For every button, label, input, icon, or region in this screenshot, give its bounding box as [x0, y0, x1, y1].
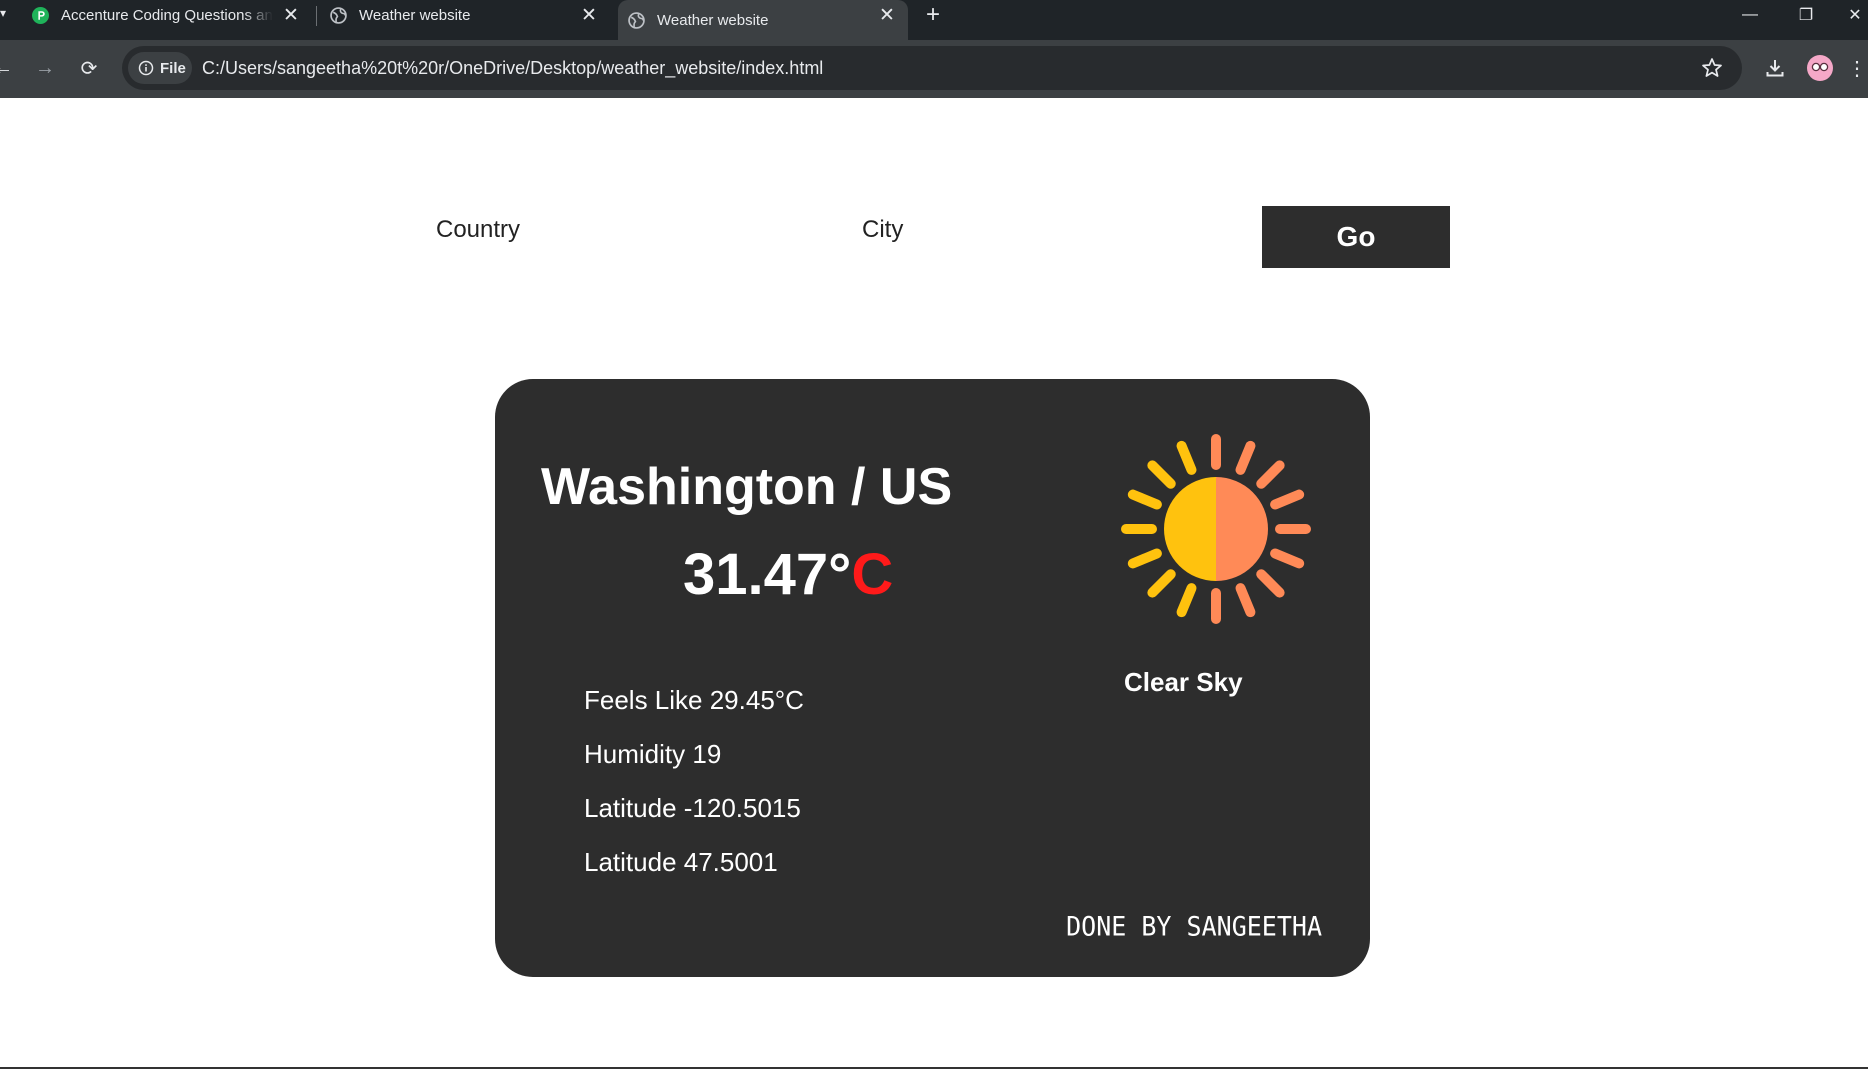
back-arrow-icon[interactable]: ←: [0, 51, 20, 85]
longitude: Latitude -120.5015: [584, 793, 801, 823]
new-tab-plus-icon[interactable]: +: [920, 0, 946, 30]
sun-ray: [1270, 489, 1305, 510]
weather-page: Go Washington / US 31.47°C Feels Like 29…: [0, 98, 1868, 1069]
site-info-chip[interactable]: File: [128, 52, 192, 84]
humidity: Humidity 19: [584, 739, 722, 769]
tab-separator: [316, 6, 317, 26]
avatar[interactable]: [1803, 51, 1837, 85]
sun-ray: [1147, 460, 1176, 489]
sun-ray: [1235, 583, 1256, 618]
minimize-icon[interactable]: —: [1730, 0, 1770, 30]
weather-details: Feels Like 29.45°C Humidity 19 Latitude …: [584, 685, 804, 901]
country-input[interactable]: [436, 208, 796, 252]
sun-ray: [1235, 440, 1256, 475]
latitude: Latitude 47.5001: [584, 847, 778, 877]
globe-icon: [330, 6, 347, 24]
close-icon[interactable]: ✕: [876, 4, 898, 26]
temperature-unit: C: [851, 542, 894, 607]
sun-ray: [1256, 569, 1285, 598]
feels-like: Feels Like 29.45°C: [584, 685, 804, 715]
sun-ray: [1127, 548, 1162, 569]
go-button[interactable]: Go: [1262, 206, 1450, 268]
info-icon: [138, 60, 154, 76]
tab-title: Weather website: [657, 11, 769, 29]
address-bar[interactable]: File C:/Users/sangeetha%20t%20r/OneDrive…: [122, 46, 1742, 90]
sun-ray: [1127, 489, 1162, 510]
tab-title: Accenture Coding Questions and Answers: [61, 6, 273, 24]
tab-accenture[interactable]: Accenture Coding Questions and Answers ✕: [32, 0, 312, 30]
download-icon[interactable]: [1758, 51, 1792, 85]
tab-strip: ▾ Accenture Coding Questions and Answers…: [0, 0, 1868, 40]
temperature-value: 31.47°: [683, 542, 852, 607]
browser-toolbar: ← → ⟳ File C:/Users/sangeetha%20t%20r/On…: [0, 40, 1868, 98]
restore-icon[interactable]: ❐: [1786, 0, 1826, 30]
tab-title: Weather website: [359, 6, 471, 24]
location-heading: Washington / US: [541, 458, 953, 516]
close-icon[interactable]: ✕: [578, 4, 600, 26]
tab-search-chevron-icon[interactable]: ▾: [0, 6, 8, 24]
city-input[interactable]: [862, 208, 1222, 252]
green-leaf-icon: [32, 6, 49, 24]
sun-icon: [1121, 434, 1311, 624]
kebab-menu-icon[interactable]: ⋮: [1846, 51, 1868, 85]
close-window-icon[interactable]: ✕: [1842, 0, 1868, 30]
globe-icon: [628, 11, 645, 29]
close-icon[interactable]: ✕: [280, 4, 302, 26]
tab-weather-website[interactable]: Weather website ✕: [330, 0, 610, 30]
sun-ray: [1270, 548, 1305, 569]
credit-text: DONE BY SANGEETHA: [1066, 910, 1322, 943]
bookmark-star-icon[interactable]: [1700, 56, 1724, 80]
weather-card: Washington / US 31.47°C Feels Like 29.45…: [495, 379, 1370, 977]
tab-weather-website-active[interactable]: Weather website ✕: [618, 0, 908, 40]
reload-icon[interactable]: ⟳: [72, 51, 106, 85]
sun-ray: [1176, 440, 1197, 475]
sun-ray: [1176, 583, 1197, 618]
site-chip-label: File: [160, 59, 186, 77]
sun-ray: [1256, 460, 1285, 489]
forward-arrow-icon[interactable]: →: [28, 51, 62, 85]
condition-label: Clear Sky: [1124, 667, 1243, 697]
url-text[interactable]: C:/Users/sangeetha%20t%20r/OneDrive/Desk…: [202, 58, 823, 79]
temperature: 31.47°C: [683, 541, 893, 608]
sun-ray: [1147, 569, 1176, 598]
